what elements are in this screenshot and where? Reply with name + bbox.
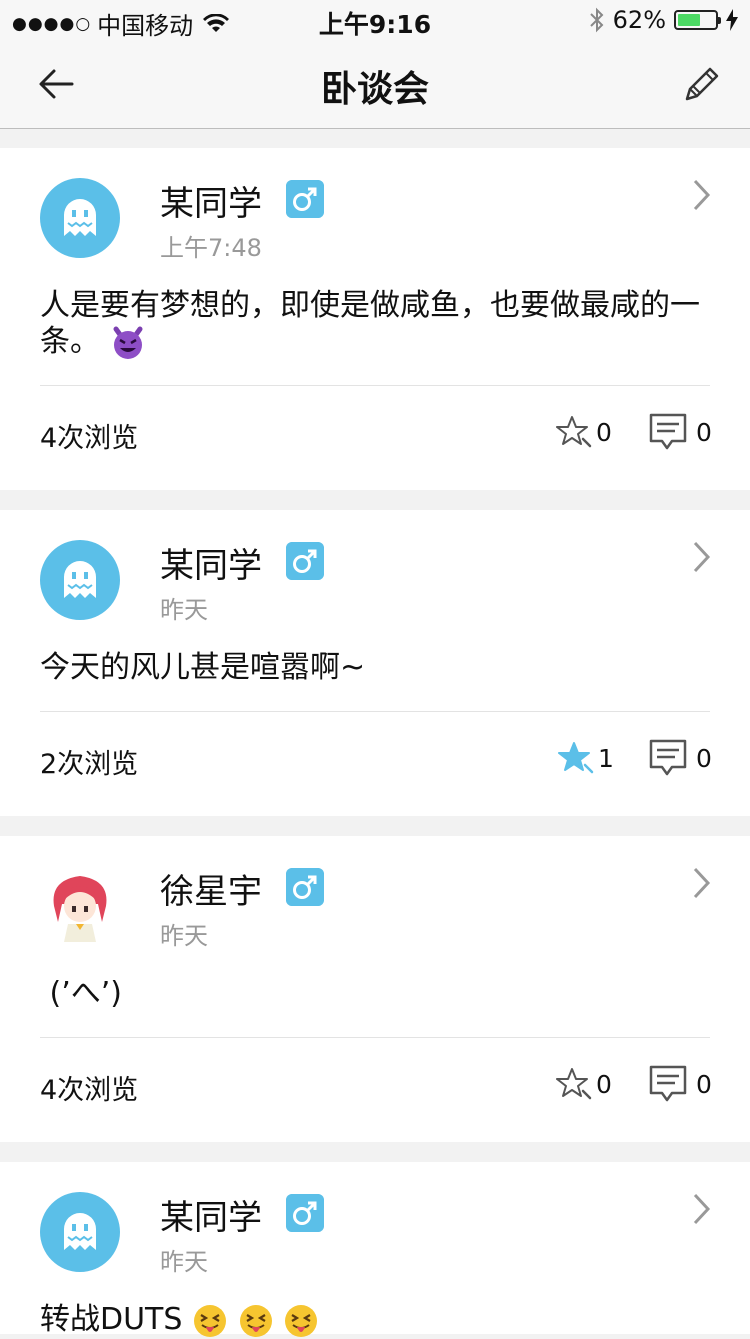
charging-icon: [726, 9, 738, 31]
anime-girl-avatar-icon: [40, 866, 120, 946]
author-name[interactable]: 某同学: [160, 538, 262, 587]
chevron-right-icon[interactable]: [692, 1192, 712, 1226]
male-gender-icon: [286, 868, 324, 906]
smiling-devil-emoji-icon: [113, 326, 143, 359]
star-filled-icon: [558, 742, 594, 774]
tongue-squint-emoji-icon: [239, 1304, 272, 1337]
like-count: 0: [596, 1069, 612, 1099]
divider: [40, 711, 710, 712]
post-content: 转战DUTS: [40, 1302, 710, 1339]
tongue-squint-emoji-icon: [285, 1304, 318, 1337]
post-card[interactable]: 徐星宇 昨天 (’へ’) 4次浏览 0 0: [0, 836, 750, 1142]
post-card[interactable]: 某同学 上午7:48 人是要有梦想的，即使是做咸鱼，也要做最咸的一条。 4次浏览…: [0, 148, 750, 490]
avatar[interactable]: [40, 178, 120, 258]
tongue-squint-emoji-icon: [193, 1304, 226, 1337]
post-time: 昨天: [160, 596, 208, 624]
battery-level: [678, 14, 701, 26]
comment-bubble-icon: [649, 739, 687, 776]
ghost-avatar-icon: [64, 561, 96, 598]
star-outline-icon: [556, 1068, 592, 1100]
comment-count: 0: [696, 743, 712, 773]
post-time: 上午7:48: [160, 234, 262, 262]
divider: [40, 1037, 710, 1038]
pencil-edit-icon[interactable]: [678, 62, 724, 108]
post-card[interactable]: 某同学 昨天 转战DUTS: [0, 1162, 750, 1337]
post-content: 今天的风儿甚是喧嚣啊~: [40, 650, 366, 685]
comment-button[interactable]: 0: [648, 412, 712, 452]
author-name[interactable]: 某同学: [160, 1190, 262, 1239]
view-count: 2次浏览: [40, 749, 139, 780]
comment-count: 0: [696, 1069, 712, 1099]
male-gender-icon: [286, 542, 324, 580]
chevron-right-icon[interactable]: [692, 540, 712, 574]
page-title: 卧谈会: [320, 69, 429, 110]
avatar[interactable]: [40, 540, 120, 620]
view-count: 4次浏览: [40, 1075, 139, 1106]
ghost-avatar-icon: [64, 199, 96, 236]
comment-button[interactable]: 0: [648, 1064, 712, 1104]
like-count: 0: [596, 417, 612, 447]
bluetooth-icon: [589, 7, 604, 33]
post-content: 人是要有梦想的，即使是做咸鱼，也要做最咸的一条。: [40, 288, 710, 361]
post-time: 昨天: [160, 922, 208, 950]
battery-icon: [674, 10, 721, 30]
post-content: (’へ’): [40, 976, 123, 1011]
comment-button[interactable]: 0: [648, 738, 712, 778]
like-count: 1: [598, 743, 614, 773]
comment-count: 0: [696, 417, 712, 447]
post-card[interactable]: 某同学 昨天 今天的风儿甚是喧嚣啊~ 2次浏览 1 0: [0, 510, 750, 816]
star-outline-icon: [556, 416, 592, 448]
like-button[interactable]: 0: [556, 414, 612, 450]
view-count: 4次浏览: [40, 423, 139, 454]
comment-bubble-icon: [649, 413, 687, 450]
chevron-right-icon[interactable]: [692, 866, 712, 900]
battery-percent: 62%: [612, 6, 666, 34]
status-bar: ●●●●○ 中国移动 上午9:16 62%: [0, 0, 750, 40]
male-gender-icon: [286, 180, 324, 218]
nav-bar: 卧谈会: [0, 40, 750, 129]
like-button[interactable]: 0: [556, 1066, 612, 1102]
author-name[interactable]: 徐星宇: [160, 864, 262, 913]
ghost-avatar-icon: [64, 1213, 96, 1250]
comment-bubble-icon: [649, 1065, 687, 1102]
post-time: 昨天: [160, 1248, 208, 1276]
male-gender-icon: [286, 1194, 324, 1232]
avatar[interactable]: [40, 866, 120, 946]
author-name[interactable]: 某同学: [160, 176, 262, 225]
like-button[interactable]: 1: [558, 740, 614, 776]
post-text: 转战DUTS: [40, 1302, 183, 1337]
chevron-right-icon[interactable]: [692, 178, 712, 212]
avatar[interactable]: [40, 1192, 120, 1272]
divider: [40, 385, 710, 386]
